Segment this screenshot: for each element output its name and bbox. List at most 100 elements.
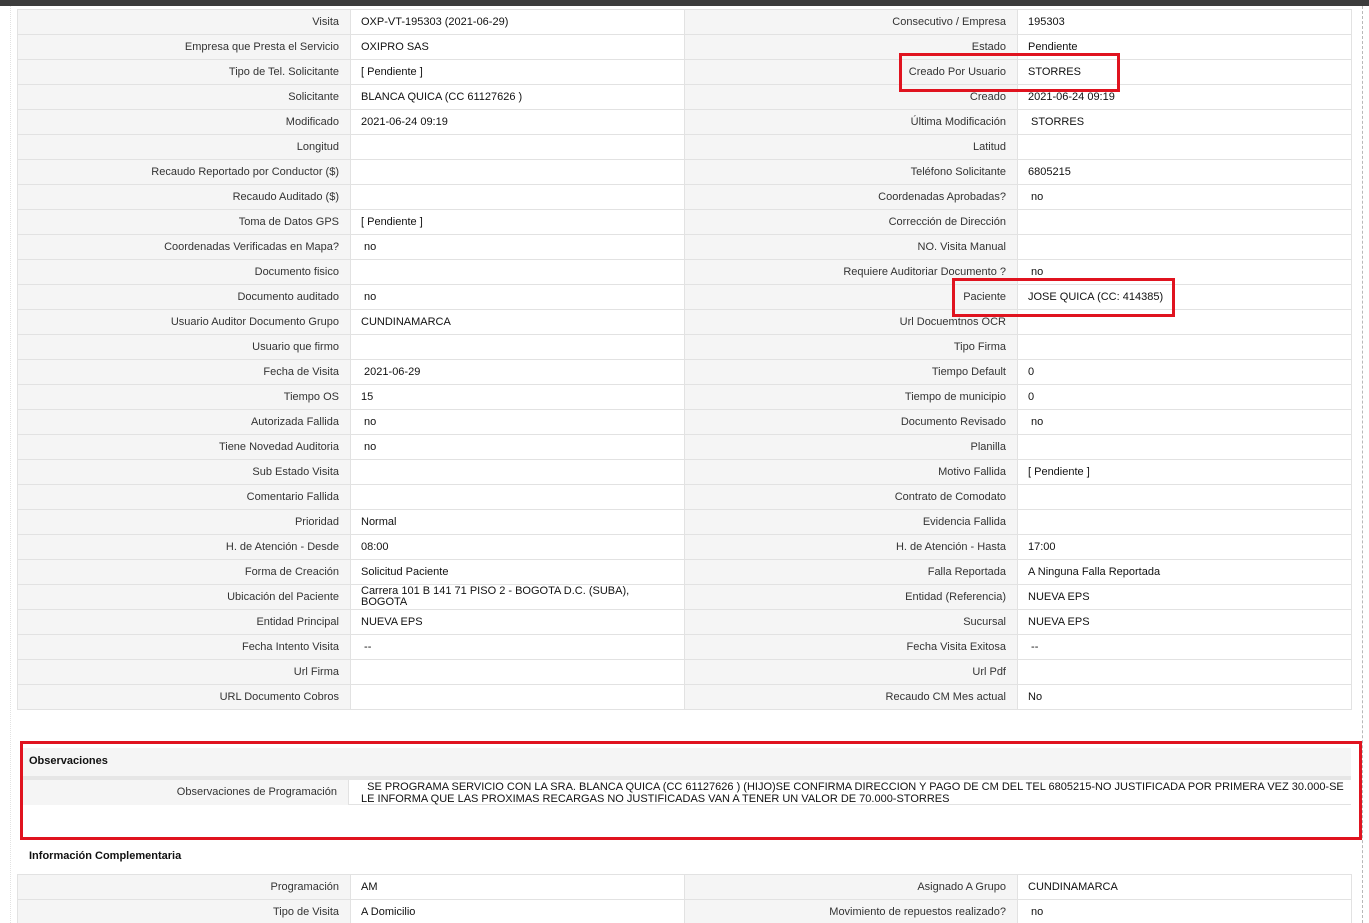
empresa-que-presta-el-servicio-value: OXIPRO SAS [350,34,685,60]
ultima-modificacion-label: Última Modificación [684,109,1018,135]
table-row: Fecha Intento Visita -- Fecha Visita Exit… [17,634,1352,660]
evidencia-fallida-value [1017,509,1352,535]
motivo-fallida-label: Motivo Fallida [684,459,1018,485]
table-row: Fecha de Visita 2021-06-29 Tiempo Default… [17,359,1352,385]
table-row: Visita OXP-VT-195303 (2021-06-29) Consecut… [17,9,1352,35]
table-row: Usuario Auditor Documento Grupo CUNDINAMA… [17,309,1352,335]
contrato-de-comodato-label: Contrato de Comodato [684,484,1018,510]
ubicacion-del-paciente-value: Carrera 101 B 141 71 PISO 2 - BOGOTA D.C… [350,584,685,610]
table-row: Entidad Principal NUEVA EPS Sucursal NUEVA … [17,609,1352,635]
table-row: Tiempo OS 15 Tiempo de municipio 0 [17,384,1352,410]
paciente-label: Paciente [684,284,1018,310]
telefono-solicitante-label: Teléfono Solicitante [684,159,1018,185]
table-row: Toma de Datos GPS[ Pendiente ] Corrección… [17,209,1352,235]
fecha-visita-exitosa-value: -- [1017,634,1352,660]
coordenadas-aprobadas-label: Coordenadas Aprobadas? [684,184,1018,210]
no-visita-manual-value [1017,234,1352,260]
programacion-value: AM [350,874,685,900]
sub-estado-visita-label: Sub Estado Visita [17,459,351,485]
table-row: Documento auditado no Paciente JOSE QUICA … [17,284,1352,310]
observaciones-label: Observaciones de Programación [23,780,349,805]
recaudo-reportado-por-conductor-label: Recaudo Reportado por Conductor ($) [17,159,351,185]
entidad-principal-label: Entidad Principal [17,609,351,635]
forma-de-creacion-label: Forma de Creación [17,559,351,585]
fecha-visita-exitosa-label: Fecha Visita Exitosa [684,634,1018,660]
falla-reportada-label: Falla Reportada [684,559,1018,585]
table-row: Ubicación del Paciente Carrera 101 B 141 … [17,584,1352,610]
usuario-auditor-documento-grupo-value: CUNDINAMARCA [350,309,685,335]
table-row: Forma de Creación Solicitud Paciente Falla… [17,559,1352,585]
tiempo-default-label: Tiempo Default [684,359,1018,385]
h-de-atencion-hasta-label: H. de Atención - Hasta [684,534,1018,560]
documento-auditado-label: Documento auditado [17,284,351,310]
observaciones-title: Observaciones [29,755,108,767]
tipo-firma-label: Tipo Firma [684,334,1018,360]
recaudo-cm-mes-actual-value: No [1017,684,1352,710]
table-row: Longitud Latitud [17,134,1352,160]
longitud-value [350,134,685,160]
toma-de-datos-gps-value: [ Pendiente ] [350,209,685,235]
coordenadas-verificadas-en-mapa-label: Coordenadas Verificadas en Mapa? [17,234,351,260]
consecutivo-empresa-value: 195303 [1017,9,1352,35]
recaudo-cm-mes-actual-label: Recaudo CM Mes actual [684,684,1018,710]
planilla-value [1017,434,1352,460]
documento-fisico-value [350,259,685,285]
asignado-a-grupo-value: CUNDINAMARCA [1017,874,1352,900]
coordenadas-aprobadas-value: no [1017,184,1352,210]
url-docuemtnos-ocr-label: Url Docuemtnos OCR [684,309,1018,335]
table-row: Tipo de Visita A Domicilio Movimiento de r… [17,899,1352,923]
solicitante-value: BLANCA QUICA (CC 61127626 ) [350,84,685,110]
url-firma-value [350,659,685,685]
table-row: URL Documento Cobros Recaudo CM Mes actua… [17,684,1352,710]
table-row: Documento fisico Requiere Auditoriar Docu… [17,259,1352,285]
entidad-principal-value: NUEVA EPS [350,609,685,635]
usuario-que-firmo-label: Usuario que firmo [17,334,351,360]
right-guide-line [1362,6,1363,923]
movimiento-de-repuestos-realizado-value: no [1017,899,1352,923]
tipo-firma-value [1017,334,1352,360]
top-border [0,0,1369,6]
table-row: Programación AM Asignado A Grupo CUNDINAMAR… [17,874,1352,900]
creado-por-usuario-value: STORRES [1017,59,1352,85]
tipo-de-visita-label: Tipo de Visita [17,899,351,923]
autorizada-fallida-label: Autorizada Fallida [17,409,351,435]
recaudo-auditado-value [350,184,685,210]
modificado-label: Modificado [17,109,351,135]
movimiento-de-repuestos-realizado-label: Movimiento de repuestos realizado? [684,899,1018,923]
solicitante-label: Solicitante [17,84,351,110]
asignado-a-grupo-label: Asignado A Grupo [684,874,1018,900]
table-row: Prioridad Normal Evidencia Fallida [17,509,1352,535]
url-firma-label: Url Firma [17,659,351,685]
tipo-de-tel-solicitante-label: Tipo de Tel. Solicitante [17,59,351,85]
observaciones-header [23,748,1351,776]
comentario-fallida-label: Comentario Fallida [17,484,351,510]
evidencia-fallida-label: Evidencia Fallida [684,509,1018,535]
sucursal-label: Sucursal [684,609,1018,635]
paciente-value: JOSE QUICA (CC: 414385) [1017,284,1352,310]
table-row: H. de Atención - Desde 08:00 H. de Atenció… [17,534,1352,560]
table-row: Recaudo Auditado ($) Coordenadas Aprobada… [17,184,1352,210]
h-de-atencion-desde-value: 08:00 [350,534,685,560]
url-pdf-value [1017,659,1352,685]
planilla-label: Planilla [684,434,1018,460]
telefono-solicitante-value: 6805215 [1017,159,1352,185]
motivo-fallida-value: [ Pendiente ] [1017,459,1352,485]
requiere-auditoriar-documento-label: Requiere Auditoriar Documento ? [684,259,1018,285]
tiene-novedad-auditoria-value: no [350,434,685,460]
url-documento-cobros-value [350,684,685,710]
tiempo-default-value: 0 [1017,359,1352,385]
programacion-label: Programación [17,874,351,900]
ultima-modificacion-value: STORRES [1017,109,1352,135]
table-row: Sub Estado Visita Motivo Fallida[ Pendien… [17,459,1352,485]
h-de-atencion-hasta-value: 17:00 [1017,534,1352,560]
tiempo-de-municipio-label: Tiempo de municipio [684,384,1018,410]
contrato-de-comodato-value [1017,484,1352,510]
modificado-value: 2021-06-24 09:19 [350,109,685,135]
documento-auditado-value: no [350,284,685,310]
observaciones-row: Observaciones de Programación SE PROGRAM… [23,780,1351,805]
table-row: Coordenadas Verificadas en Mapa? no NO. V… [17,234,1352,260]
table-row: Tiene Novedad Auditoria no Planilla [17,434,1352,460]
correccion-de-direccion-label: Corrección de Dirección [684,209,1018,235]
comentario-fallida-value [350,484,685,510]
sucursal-value: NUEVA EPS [1017,609,1352,635]
